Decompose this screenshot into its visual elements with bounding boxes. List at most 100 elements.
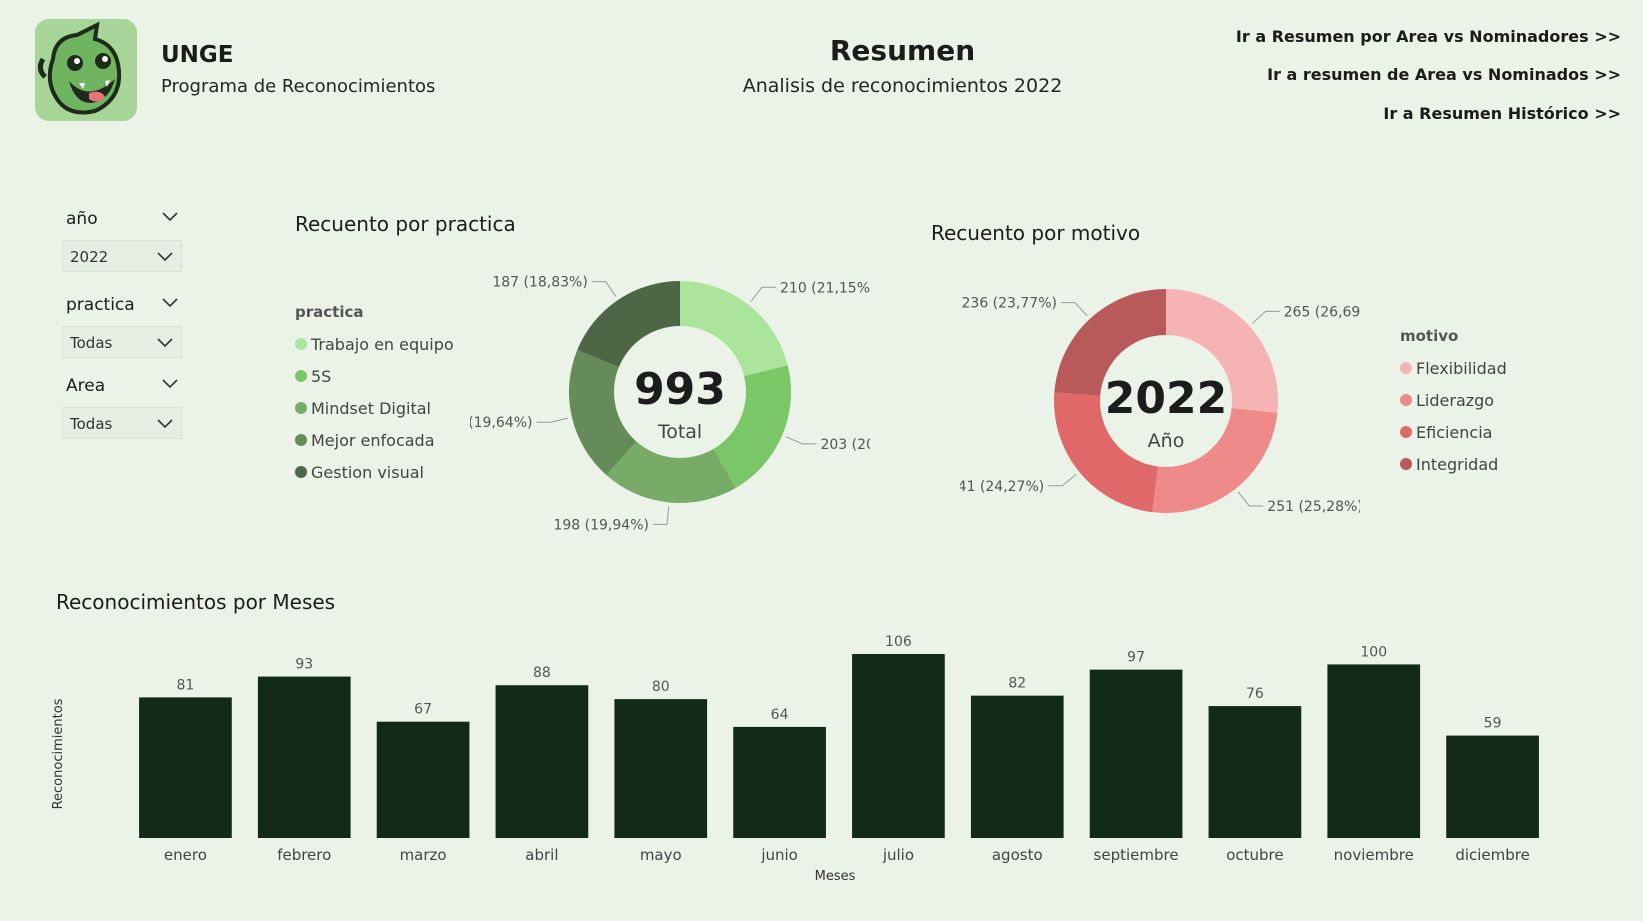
bar[interactable] <box>1089 669 1183 838</box>
chevron-down-icon[interactable] <box>162 298 178 308</box>
bar[interactable] <box>376 721 470 838</box>
bar[interactable] <box>139 697 232 838</box>
bar-chart-title: Reconocimientos por Meses <box>56 590 336 614</box>
data-label: 203 (20,44%) <box>820 437 870 453</box>
brand-title: UNGE <box>161 42 234 68</box>
motivo-legend: Flexibilidad Liderazgo Eficiencia Integr… <box>1400 352 1507 480</box>
bar[interactable] <box>257 676 351 838</box>
legend-swatch <box>1400 426 1412 438</box>
bar-value-label: 82 <box>1008 676 1026 692</box>
donut-center-label: Total <box>657 421 702 443</box>
filter-area-label: Area <box>66 376 106 396</box>
legend-label: Mindset Digital <box>311 398 431 418</box>
bar-value-label: 97 <box>1127 650 1145 666</box>
legend-label: Trabajo en equipo <box>311 334 454 354</box>
chevron-down-icon[interactable] <box>162 212 178 222</box>
legend-label: Mejor enfocada <box>311 430 435 450</box>
leader-line <box>785 436 817 445</box>
bar[interactable] <box>495 685 589 838</box>
x-tick-label: diciembre <box>1455 846 1530 864</box>
x-tick-label: febrero <box>277 846 331 864</box>
brand-subtitle: Programa de Reconocimientos <box>161 76 436 97</box>
data-label: 187 (18,83%) <box>492 275 587 291</box>
y-axis-label: Reconocimientos <box>51 698 66 809</box>
bar[interactable] <box>614 699 708 838</box>
filter-year-label: año <box>66 209 98 229</box>
donut-center-value: 993 <box>634 364 726 415</box>
leader-line <box>1048 473 1077 487</box>
legend-item[interactable]: Flexibilidad <box>1400 352 1507 384</box>
data-label: 210 (21,15%) <box>780 280 870 296</box>
x-tick-label: septiembre <box>1094 846 1179 864</box>
x-tick-label: julio <box>882 846 914 864</box>
legend-label: Gestion visual <box>311 462 424 482</box>
year-dropdown[interactable]: 2022 <box>62 240 182 272</box>
bar-value-label: 76 <box>1246 686 1264 702</box>
leader-line <box>1060 302 1088 317</box>
bar-value-label: 106 <box>885 634 912 650</box>
legend-swatch <box>295 338 307 350</box>
legend-swatch <box>295 370 307 382</box>
data-label: 265 (26,69%) <box>1284 304 1360 320</box>
legend-item[interactable]: 5S <box>295 360 454 392</box>
bar-value-label: 81 <box>177 677 195 693</box>
bar-value-label: 59 <box>1484 716 1502 732</box>
data-label: 241 (24,27%) <box>960 479 1044 495</box>
bar[interactable] <box>1446 735 1539 838</box>
practica-legend-title: practica <box>295 303 364 321</box>
bar[interactable] <box>1327 664 1421 838</box>
bar-value-label: 93 <box>295 657 313 673</box>
chevron-down-icon[interactable] <box>162 379 178 389</box>
practica-dropdown[interactable]: Todas <box>62 326 182 358</box>
legend-label: Integridad <box>1416 454 1499 474</box>
data-label: 251 (25,28%) <box>1267 499 1360 515</box>
link-area-nominados[interactable]: Ir a resumen de Area vs Nominados >> <box>1267 65 1621 84</box>
page-subtitle: Analisis de reconocimientos 2022 <box>742 75 1063 97</box>
link-resumen-historico[interactable]: Ir a Resumen Histórico >> <box>1383 104 1621 123</box>
legend-swatch <box>295 402 307 414</box>
legend-label: Flexibilidad <box>1416 358 1507 378</box>
motivo-chart-title: Recuento por motivo <box>931 221 1141 245</box>
practica-chart-title: Recuento por practica <box>295 212 516 236</box>
x-tick-label: mayo <box>640 846 682 864</box>
bar-value-label: 100 <box>1360 644 1387 660</box>
legend-item[interactable]: Mindset Digital <box>295 392 454 424</box>
legend-item[interactable]: Mejor enfocada <box>295 424 454 456</box>
x-tick-label: enero <box>164 846 207 864</box>
bar[interactable] <box>733 726 826 838</box>
legend-item[interactable]: Integridad <box>1400 448 1507 480</box>
legend-label: 5S <box>311 366 332 386</box>
donut-slice[interactable] <box>577 281 680 368</box>
donut-slice[interactable] <box>680 281 788 377</box>
year-value: 2022 <box>70 248 109 266</box>
data-label: 195 (19,64%) <box>470 415 532 431</box>
leader-line <box>1251 310 1280 324</box>
page-title: Resumen <box>829 34 976 67</box>
legend-label: Eficiencia <box>1416 422 1493 442</box>
legend-item[interactable]: Liderazgo <box>1400 384 1507 416</box>
practica-donut-chart: 210 (21,15%) 203 (20,44%) 198 (19,94%) 195 … <box>470 275 870 534</box>
leader-line <box>1237 491 1264 507</box>
bar[interactable] <box>970 695 1064 838</box>
x-tick-label: marzo <box>400 846 447 864</box>
x-tick-label: junio <box>760 846 798 864</box>
x-tick-label: agosto <box>992 846 1043 864</box>
leader-line <box>591 281 617 297</box>
data-label: 198 (19,94%) <box>553 517 648 533</box>
filter-practica-label: practica <box>66 295 135 315</box>
bar-value-label: 64 <box>771 707 789 723</box>
link-area-nominadores[interactable]: Ir a Resumen por Area vs Nominadores >> <box>1236 27 1621 46</box>
legend-item[interactable]: Gestion visual <box>295 456 454 488</box>
area-dropdown[interactable]: Todas <box>62 407 182 439</box>
x-axis-label: Meses <box>815 869 856 884</box>
leader-line <box>750 286 777 302</box>
monthly-bar-chart: 81 enero 93 febrero 67 marzo 88 abril 80 mayo 64 ju… <box>51 634 1539 884</box>
leader-line <box>536 417 569 423</box>
bar[interactable] <box>852 654 945 838</box>
x-tick-label: noviembre <box>1334 846 1414 864</box>
legend-item[interactable]: Eficiencia <box>1400 416 1507 448</box>
bar[interactable] <box>1208 706 1302 838</box>
area-value: Todas <box>70 415 113 433</box>
legend-item[interactable]: Trabajo en equipo <box>295 328 454 360</box>
legend-swatch <box>295 466 307 478</box>
